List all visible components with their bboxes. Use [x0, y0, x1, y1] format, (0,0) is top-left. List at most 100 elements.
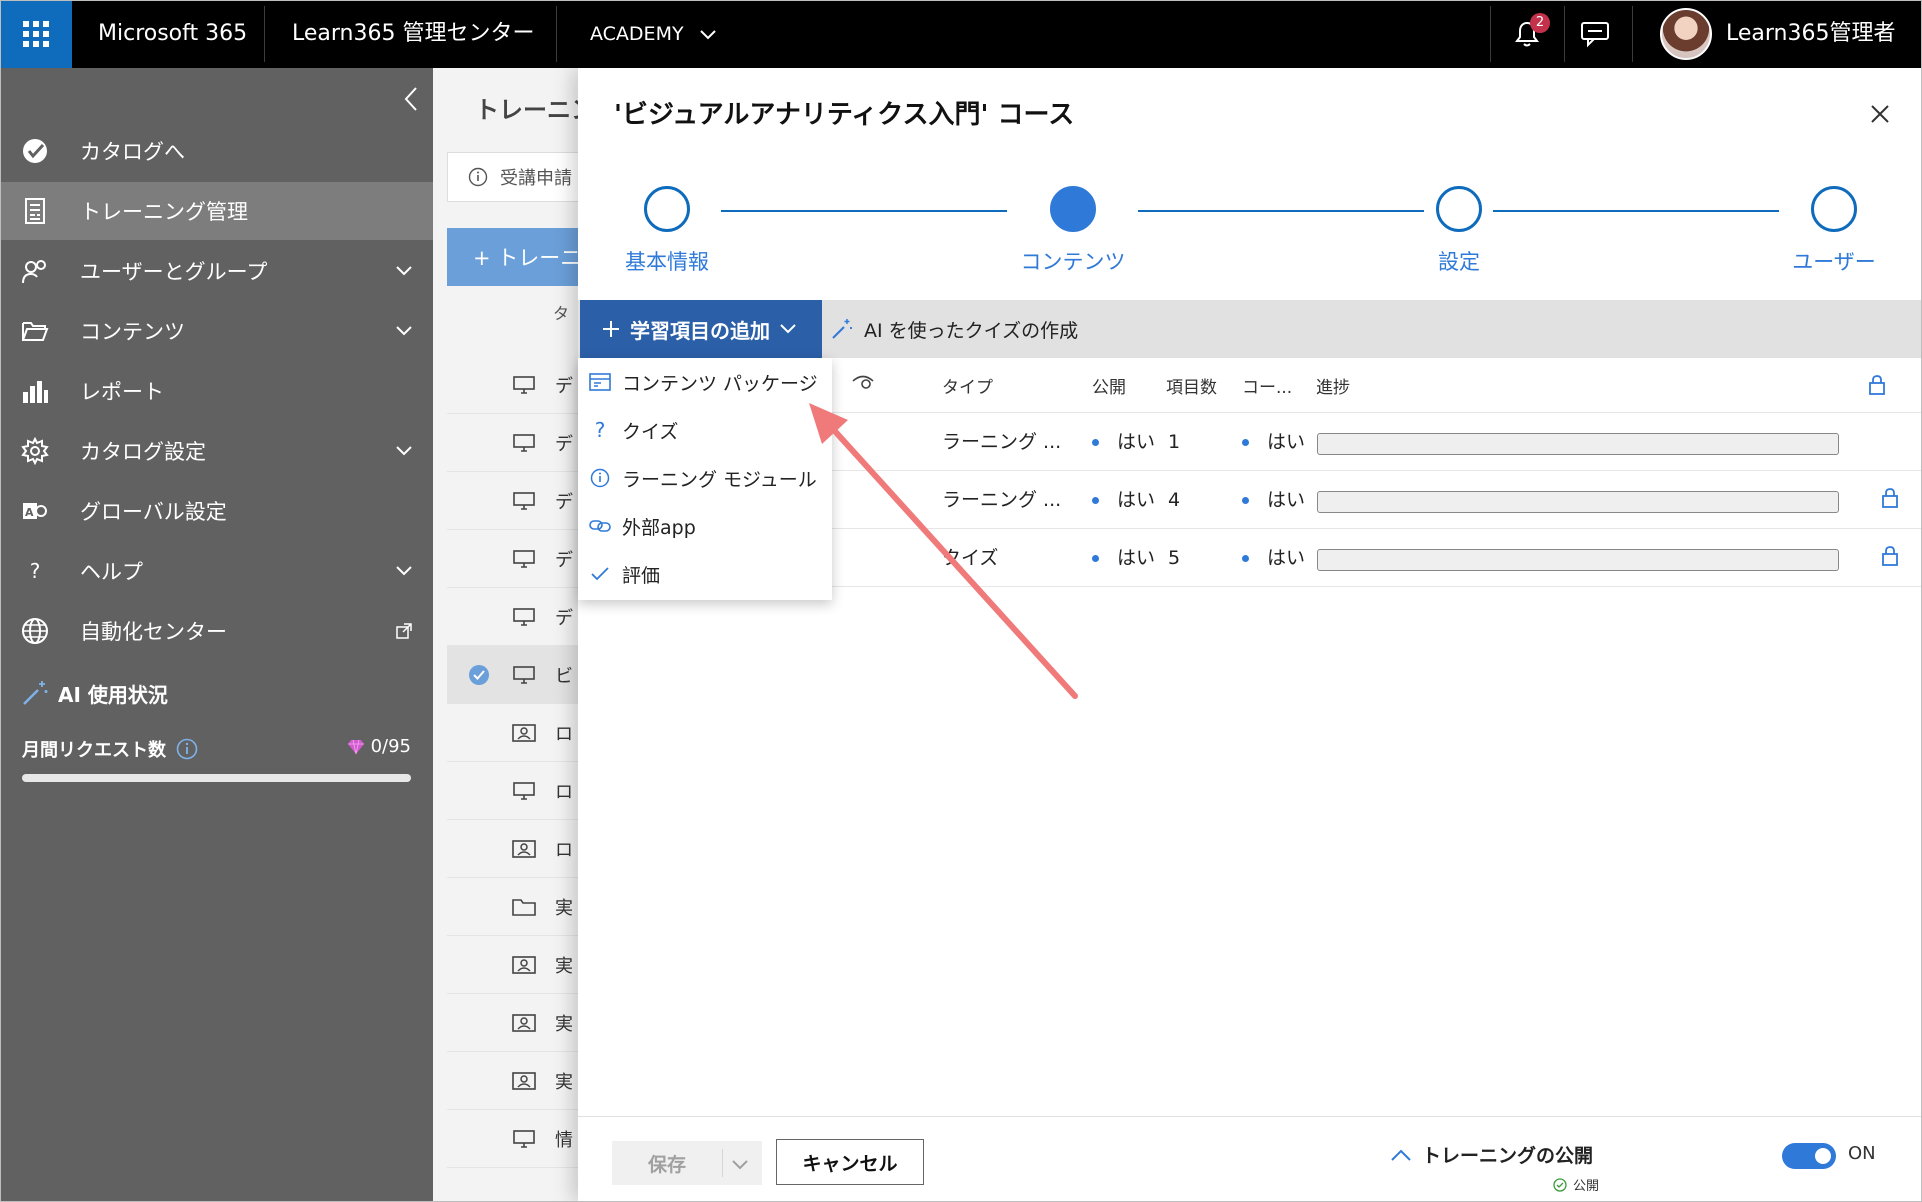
table-row[interactable]: ラーニング ... はい 4 はい	[828, 471, 1922, 529]
top-bar: Microsoft 365 Learn365 管理センター ACADEMY 2 …	[0, 0, 1922, 68]
app-name[interactable]: Microsoft 365	[98, 0, 247, 68]
lock-icon[interactable]	[1881, 487, 1905, 513]
globe-icon	[20, 616, 50, 646]
menu-item-content-package[interactable]: コンテンツ パッケージ	[578, 358, 832, 406]
table-row[interactable]: クイズ はい 5 はい	[828, 529, 1922, 587]
nav-label: ヘルプ	[80, 560, 143, 584]
nav-item-global-settings[interactable]: A グローバル設定	[0, 482, 433, 540]
menu-item-learning-module[interactable]: ラーニング モジュール	[578, 454, 832, 502]
presenter-icon	[511, 1012, 537, 1034]
notification-badge: 2	[1530, 13, 1550, 33]
cancel-button[interactable]: キャンセル	[776, 1139, 924, 1185]
list-item-title: ロ	[555, 839, 573, 861]
column-header-type[interactable]: タイプ	[942, 373, 993, 398]
divider	[556, 6, 557, 62]
column-header-progress[interactable]: 進捗	[1316, 373, 1350, 398]
step-settings[interactable]	[1436, 186, 1482, 232]
count-cell: 4	[1168, 489, 1181, 511]
toggle-knob	[1815, 1148, 1831, 1164]
user-name[interactable]: Learn365管理者	[1726, 0, 1895, 68]
nav-item-training-management[interactable]: トレーニング管理	[0, 182, 433, 240]
ai-quiz-button[interactable]: AI を使ったクイズの作成	[830, 300, 1078, 358]
magic-wand-icon	[832, 319, 852, 339]
chevron-down-icon	[780, 324, 796, 334]
presenter-icon	[511, 838, 537, 860]
waffle-icon	[23, 21, 49, 47]
nav-item-users-groups[interactable]: ユーザーとグループ	[0, 242, 433, 300]
nav-item-catalog-settings[interactable]: カタログ設定	[0, 422, 433, 480]
presenter-icon	[511, 722, 537, 744]
ai-quiz-label: AI を使ったクイズの作成	[864, 319, 1079, 342]
step-users[interactable]	[1811, 186, 1857, 232]
divider	[1632, 6, 1633, 62]
monthly-requests-label: 月間リクエスト数	[22, 740, 166, 761]
progress-bar	[1317, 549, 1839, 571]
nav-label: ユーザーとグループ	[80, 260, 268, 284]
page-title: トレーニン	[475, 96, 595, 124]
column-header-published[interactable]: 公開	[1092, 373, 1126, 398]
publish-toggle[interactable]	[1782, 1143, 1836, 1169]
column-header-count[interactable]: 項目数	[1166, 373, 1217, 398]
step-content[interactable]	[1050, 186, 1096, 232]
ai-usage-title: AI 使用状況	[20, 678, 168, 708]
nav-item-reports[interactable]: レポート	[0, 362, 433, 420]
collapse-nav-button[interactable]	[400, 84, 422, 114]
nav-item-automation-center[interactable]: 自動化センター	[0, 602, 433, 660]
close-button[interactable]	[1868, 102, 1892, 126]
nav-label: 自動化センター	[80, 620, 227, 644]
list-item-title: デ	[555, 375, 573, 397]
monitor-icon	[511, 432, 537, 454]
chevron-down-icon[interactable]	[732, 1153, 748, 1175]
admin-center-name[interactable]: Learn365 管理センター	[292, 0, 534, 68]
save-label: 保存	[648, 1153, 687, 1176]
published-cell: はい	[1092, 413, 1155, 471]
step-connector	[1493, 210, 1779, 212]
menu-item-external-app[interactable]: 外部app	[578, 502, 832, 550]
divider	[264, 6, 265, 62]
count-cell: 1	[1168, 431, 1181, 453]
save-button[interactable]: 保存	[612, 1141, 762, 1185]
left-navigation: カタログへ トレーニング管理 ユーザーとグループ コンテンツ レポート カタログ…	[0, 68, 433, 1202]
nav-item-help[interactable]: ? ヘルプ	[0, 542, 433, 600]
add-learning-item-button[interactable]: 学習項目の追加	[580, 300, 822, 358]
lock-icon[interactable]	[1881, 545, 1905, 571]
chevron-down-icon	[394, 441, 414, 461]
publish-training-section[interactable]: トレーニングの公開	[1390, 1141, 1593, 1168]
step-basic-info[interactable]	[644, 186, 690, 232]
table-row[interactable]: ラーニング ... はい 1 はい	[828, 413, 1922, 471]
info-icon[interactable]	[176, 738, 198, 760]
toggle-state-label: ON	[1848, 1143, 1876, 1164]
list-item-title: ビ	[555, 665, 573, 687]
feedback-button[interactable]	[1560, 0, 1630, 68]
course-cell: はい	[1242, 413, 1305, 471]
published-value: はい	[1117, 489, 1156, 511]
lock-icon	[1869, 375, 1885, 395]
catalog-check-icon	[20, 136, 50, 166]
global-settings-icon: A	[20, 496, 50, 526]
list-item-title: 実	[555, 1071, 573, 1093]
list-item-title: デ	[555, 491, 573, 513]
selected-check-icon[interactable]	[469, 664, 489, 685]
requests-progress-bar	[22, 774, 411, 782]
bar-chart-icon	[20, 376, 50, 406]
nav-item-content[interactable]: コンテンツ	[0, 302, 433, 360]
tenant-selector[interactable]: ACADEMY	[590, 0, 716, 68]
step-label-settings[interactable]: 設定	[1438, 246, 1480, 276]
menu-item-label: クイズ	[622, 420, 679, 443]
step-label-content[interactable]: コンテンツ	[1021, 246, 1126, 276]
menu-item-quiz[interactable]: ? クイズ	[578, 406, 832, 454]
menu-item-evaluation[interactable]: 評価	[578, 550, 832, 598]
step-label-users[interactable]: ユーザー	[1792, 246, 1876, 276]
step-label-basic-info[interactable]: 基本情報	[625, 246, 709, 276]
course-value: はい	[1267, 547, 1306, 569]
requests-count: 0/95	[347, 736, 411, 757]
app-launcher-button[interactable]	[0, 0, 72, 68]
column-header-course[interactable]: コー...	[1242, 373, 1292, 398]
menu-item-label: 外部app	[622, 516, 696, 539]
question-icon: ?	[29, 559, 41, 583]
info-icon	[588, 466, 612, 490]
avatar[interactable]	[1660, 8, 1712, 60]
notifications-button[interactable]: 2	[1492, 0, 1562, 68]
course-cell: はい	[1242, 471, 1305, 529]
nav-item-catalog[interactable]: カタログへ	[0, 122, 433, 180]
